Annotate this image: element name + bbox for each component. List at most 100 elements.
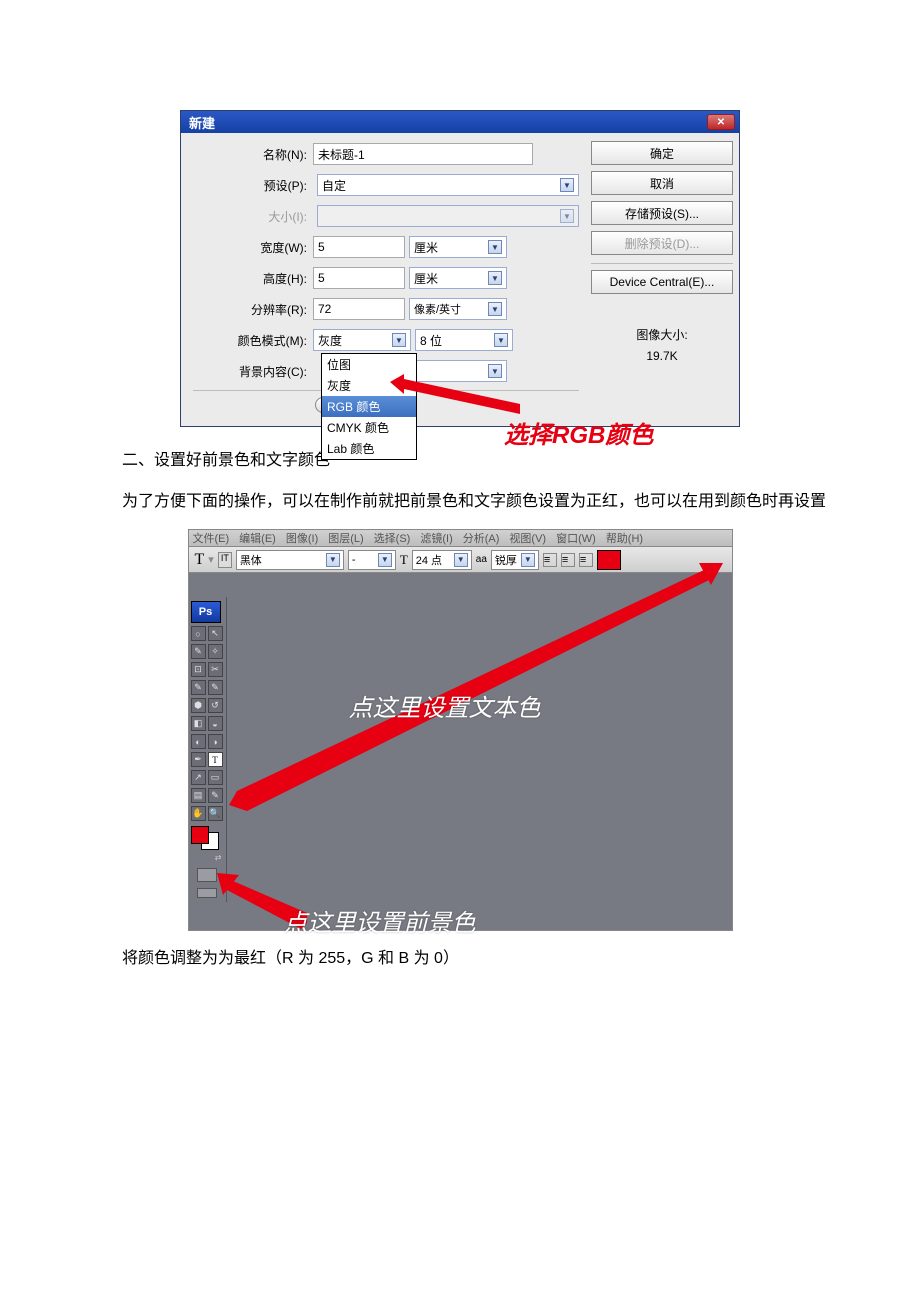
bucket-tool-icon[interactable]: ◒ [208, 716, 223, 731]
mode-option-selected[interactable]: RGB 颜色 [322, 396, 416, 417]
crop-tool-icon[interactable]: ⊡ [191, 662, 206, 677]
dialog-title: 新建 [189, 113, 215, 132]
slice-tool-icon[interactable]: ✂ [208, 662, 223, 677]
swap-colors-icon[interactable]: ⇄ [191, 853, 224, 862]
resolution-unit-select[interactable]: 像素/英寸 ▼ [409, 298, 507, 320]
menu-item[interactable]: 滤镜(I) [420, 530, 452, 546]
width-label: 宽度(W): [193, 239, 313, 256]
type-tool-icon[interactable]: T [208, 752, 223, 767]
menu-item[interactable]: 视图(V) [509, 530, 546, 546]
chevron-down-icon: ▼ [378, 553, 392, 567]
font-size-select[interactable]: 24 点 ▼ [412, 550, 472, 570]
paragraph-body: 为了方便下面的操作，可以在制作前就把前景色和文字颜色设置为正红，也可以在用到颜色… [90, 488, 830, 515]
mode-option[interactable]: Lab 颜色 [322, 438, 416, 459]
dodge-tool-icon[interactable]: ◑ [208, 734, 223, 749]
font-size-icon: T [400, 552, 408, 568]
align-right-icon[interactable]: ≡ [579, 553, 593, 567]
height-unit-select[interactable]: 厘米 ▼ [409, 267, 507, 289]
hand-tool-icon[interactable]: ✋ [191, 806, 206, 821]
chevron-down-icon: ▼ [488, 302, 502, 316]
pen-tool-icon[interactable]: ✒ [191, 752, 206, 767]
menu-item[interactable]: 选择(S) [374, 530, 411, 546]
resolution-input[interactable] [313, 298, 405, 320]
lasso-tool-icon[interactable]: ✎ [191, 644, 206, 659]
menu-item[interactable]: 编辑(E) [239, 530, 276, 546]
align-left-icon[interactable]: ≡ [543, 553, 557, 567]
stamp-tool-icon[interactable]: ⬢ [191, 698, 206, 713]
canvas-area: Ps ○↖ ✎✧ ⊡✂ ✎✎ ⬢↺ ◧◒ ◐◑ ✒T ↗▭ ▤✎ ✋🔍 ⇄ [188, 573, 733, 931]
size-label: 大小(I): [193, 208, 313, 225]
name-label: 名称(N): [193, 146, 313, 163]
eraser-tool-icon[interactable]: ◧ [191, 716, 206, 731]
chevron-down-icon: ▼ [494, 333, 508, 347]
height-input[interactable] [313, 267, 405, 289]
image-size-label: 图像大小: [591, 326, 733, 343]
color-mode-select[interactable]: 灰度 ▼ [313, 329, 411, 351]
width-unit-select[interactable]: 厘米 ▼ [409, 236, 507, 258]
blur-tool-icon[interactable]: ◐ [191, 734, 206, 749]
save-preset-button[interactable]: 存储预设(S)... [591, 201, 733, 225]
font-style-select[interactable]: - ▼ [348, 550, 396, 570]
move-tool-icon[interactable]: ↖ [208, 626, 223, 641]
shape-tool-icon[interactable]: ▭ [208, 770, 223, 785]
tool-icon[interactable]: ○ [191, 626, 206, 641]
color-depth-select[interactable]: 8 位 ▼ [415, 329, 513, 351]
mode-option[interactable]: 位图 [322, 354, 416, 375]
name-input[interactable] [313, 143, 533, 165]
brush-tool-icon[interactable]: ✎ [191, 680, 206, 695]
new-file-dialog: 新建 ✕ 名称(N): 预设(P): 自定 ▼ [180, 110, 740, 427]
titlebar: 新建 ✕ [181, 111, 739, 133]
zoom-tool-icon[interactable]: 🔍 [208, 806, 223, 821]
photoshop-screenshot: 文件(E) 编辑(E) 图像(I) 图层(L) 选择(S) 滤镜(I) 分析(A… [188, 529, 733, 931]
menu-item[interactable]: 图像(I) [286, 530, 318, 546]
annotation-foreground-color: 点这里设置前景色 [284, 903, 476, 938]
menu-item[interactable]: 分析(A) [463, 530, 500, 546]
text-color-swatch[interactable] [597, 550, 621, 570]
mode-option[interactable]: 灰度 [322, 375, 416, 396]
history-brush-icon[interactable]: ↺ [208, 698, 223, 713]
size-select: ▼ [317, 205, 579, 227]
screenmode-icon[interactable] [197, 888, 217, 898]
width-input[interactable] [313, 236, 405, 258]
anti-alias-select[interactable]: 锐厚 ▼ [491, 550, 539, 570]
delete-preset-button: 删除预设(D)... [591, 231, 733, 255]
foreground-color-swatch[interactable] [191, 826, 209, 844]
chevron-down-icon: ▼ [392, 333, 406, 347]
paragraph-footer: 将颜色调整为为最红（R 为 255，G 和 B 为 0） [90, 945, 830, 972]
menubar[interactable]: 文件(E) 编辑(E) 图像(I) 图层(L) 选择(S) 滤镜(I) 分析(A… [188, 529, 733, 547]
menu-item[interactable]: 图层(L) [328, 530, 363, 546]
pencil-tool-icon[interactable]: ✎ [208, 680, 223, 695]
chevron-down-icon: ▼ [560, 209, 574, 223]
mode-option[interactable]: CMYK 颜色 [322, 417, 416, 438]
toolbox: Ps ○↖ ✎✧ ⊡✂ ✎✎ ⬢↺ ◧◒ ◐◑ ✒T ↗▭ ▤✎ ✋🔍 ⇄ [189, 597, 227, 902]
annotation-select-rgb: 选择RGB颜色 [504, 415, 653, 450]
eyedropper-tool-icon[interactable]: ✎ [208, 788, 223, 803]
color-mode-dropdown-list[interactable]: 位图 灰度 RGB 颜色 CMYK 颜色 Lab 颜色 [321, 353, 417, 460]
align-center-icon[interactable]: ≡ [561, 553, 575, 567]
paragraph-heading: 二、设置好前景色和文字颜色 [90, 447, 830, 474]
ok-button[interactable]: 确定 [591, 141, 733, 165]
type-tool-icon: T [195, 551, 205, 569]
chevron-down-icon: ▼ [521, 553, 535, 567]
annotation-text-color: 点这里设置文本色 [349, 688, 541, 723]
wand-tool-icon[interactable]: ✧ [208, 644, 223, 659]
cancel-button[interactable]: 取消 [591, 171, 733, 195]
font-family-select[interactable]: 黑体 ▼ [236, 550, 344, 570]
device-central-button[interactable]: Device Central(E)... [591, 270, 733, 294]
menu-item[interactable]: 文件(E) [193, 530, 230, 546]
notes-tool-icon[interactable]: ▤ [191, 788, 206, 803]
color-swatches[interactable] [191, 826, 219, 850]
preset-select[interactable]: 自定 ▼ [317, 174, 579, 196]
quickmask-icon[interactable] [197, 868, 217, 882]
path-tool-icon[interactable]: ↗ [191, 770, 206, 785]
bg-content-label: 背景内容(C): [193, 363, 313, 380]
height-label: 高度(H): [193, 270, 313, 287]
preset-label: 预设(P): [193, 177, 313, 194]
menu-item[interactable]: 帮助(H) [606, 530, 643, 546]
aa-label: aa [476, 554, 487, 565]
bg-content-select[interactable]: ▼ [409, 360, 507, 382]
close-button[interactable]: ✕ [707, 114, 735, 130]
chevron-down-icon: ▼ [326, 553, 340, 567]
orientation-icon[interactable]: IT [218, 552, 232, 568]
menu-item[interactable]: 窗口(W) [556, 530, 596, 546]
